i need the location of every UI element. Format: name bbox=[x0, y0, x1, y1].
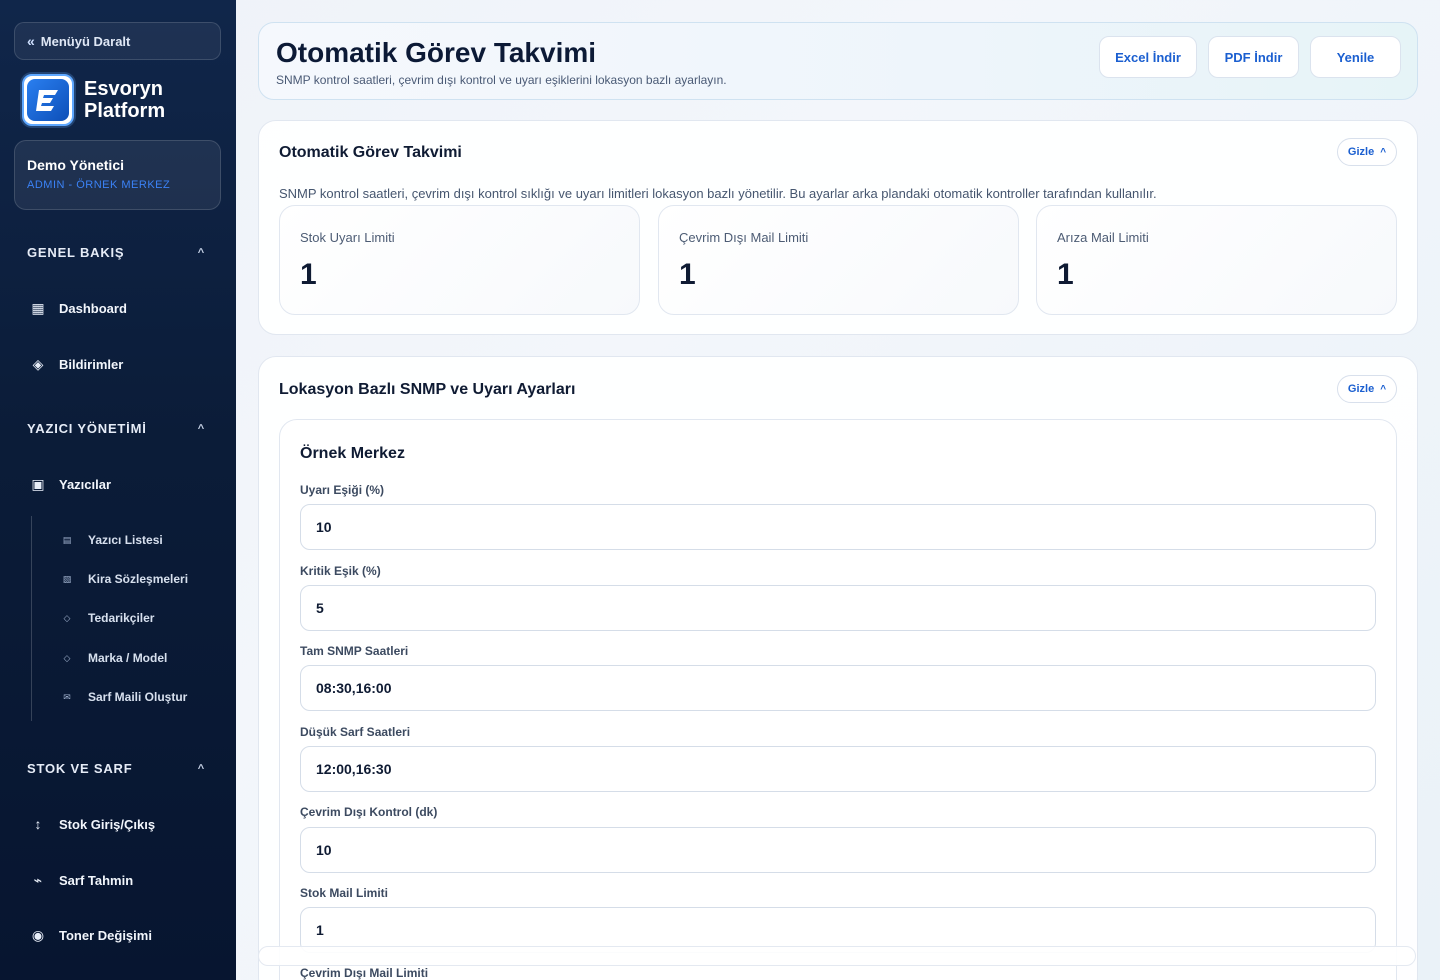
sidebar-item-printers[interactable]: ▣ Yazıcılar bbox=[30, 472, 220, 496]
location-card-title: Lokasyon Bazlı SNMP ve Uyarı Ayarları bbox=[279, 381, 576, 398]
section-printer-management[interactable]: YAZICI YÖNETİMİ ^ bbox=[27, 421, 217, 436]
section-stock[interactable]: STOK VE SARF ^ bbox=[27, 761, 217, 776]
location-hide-button[interactable]: Gizle ^ bbox=[1337, 375, 1397, 403]
location-block: Örnek Merkez Uyarı Eşiği (%) Kritik Eşik… bbox=[279, 419, 1397, 980]
mail-icon: ✉ bbox=[63, 691, 71, 702]
submenu-line bbox=[31, 516, 32, 721]
brand-name: Esvoryn Platform bbox=[84, 78, 166, 122]
field-label-stock-mail-limit: Stok Mail Limiti bbox=[300, 886, 389, 900]
pdf-download-button[interactable]: PDF İndir bbox=[1208, 36, 1299, 78]
field-label-full-snmp-hours: Tam SNMP Saatleri bbox=[300, 644, 409, 658]
sidebar-item-dashboard[interactable]: ▦ Dashboard bbox=[30, 296, 220, 320]
field-label-critical-threshold: Kritik Eşik (%) bbox=[300, 564, 381, 578]
grid-icon: ▦ bbox=[31, 299, 45, 316]
double-chevron-left-icon: « bbox=[27, 33, 35, 49]
stat-stock-warning-limit: Stok Uyarı Limiti 1 bbox=[279, 205, 640, 315]
full-snmp-hours-input[interactable] bbox=[300, 665, 1376, 711]
trend-icon: ⌁ bbox=[33, 871, 43, 888]
offline-check-input[interactable] bbox=[300, 827, 1376, 873]
collapse-menu-button[interactable]: « Menüyü Daralt bbox=[14, 22, 221, 60]
refresh-button[interactable]: Yenile bbox=[1310, 36, 1401, 78]
printer-square-icon: ▣ bbox=[31, 475, 45, 492]
caret-up-icon: ^ bbox=[197, 762, 205, 775]
sidebar: « Menüyü Daralt Esvoryn Platform Demo Yö… bbox=[0, 0, 236, 980]
stat-fault-mail-limit: Arıza Mail Limiti 1 bbox=[1036, 205, 1397, 315]
field-label-offline-mail-limit: Çevrim Dışı Mail Limiti bbox=[300, 966, 429, 980]
user-card[interactable]: Demo Yönetici ADMIN - ÖRNEK MERKEZ bbox=[14, 140, 221, 210]
sidebar-subitem-suppliers[interactable]: ◇ Tedarikçiler bbox=[62, 608, 232, 628]
user-role: ADMIN - ÖRNEK MERKEZ bbox=[27, 179, 171, 191]
brand-logo-icon bbox=[22, 74, 74, 126]
horizontal-scrollbar[interactable] bbox=[258, 946, 1416, 966]
collapse-menu-label: Menüyü Daralt bbox=[40, 33, 131, 49]
caret-up-icon: ^ bbox=[197, 422, 205, 435]
schedule-card-title: Otomatik Görev Takvimi bbox=[279, 144, 462, 161]
section-overview[interactable]: GENEL BAKIŞ ^ bbox=[27, 245, 217, 260]
caret-up-icon: ^ bbox=[197, 246, 205, 259]
list-icon: ▤ bbox=[62, 534, 72, 545]
document-icon: ▧ bbox=[62, 573, 72, 584]
critical-threshold-input[interactable] bbox=[300, 585, 1376, 631]
sidebar-item-toner[interactable]: ◉ Toner Değişimi bbox=[30, 923, 220, 947]
diamond-small-icon: ◇ bbox=[63, 612, 71, 623]
sidebar-item-stock-io[interactable]: ↕ Stok Giriş/Çıkış bbox=[30, 812, 220, 836]
page-title: Otomatik Görev Takvimi bbox=[276, 37, 597, 68]
location-name: Örnek Merkez bbox=[300, 445, 405, 462]
caret-up-icon: ^ bbox=[1380, 146, 1387, 158]
stat-offline-mail-limit: Çevrim Dışı Mail Limiti 1 bbox=[658, 205, 1019, 315]
sidebar-item-notifications[interactable]: ◈ Bildirimler bbox=[30, 352, 220, 376]
user-name: Demo Yönetici bbox=[27, 157, 124, 173]
field-label-warning-threshold: Uyarı Eşiği (%) bbox=[300, 483, 385, 497]
sidebar-subitem-printer-list[interactable]: ▤ Yazıcı Listesi bbox=[62, 530, 232, 550]
field-label-low-supply-hours: Düşük Sarf Saatleri bbox=[300, 725, 411, 739]
brand[interactable]: Esvoryn Platform bbox=[22, 72, 232, 128]
diamond-small-icon: ◇ bbox=[63, 652, 71, 663]
diamond-icon: ◈ bbox=[32, 355, 44, 372]
excel-download-button[interactable]: Excel İndir bbox=[1099, 36, 1197, 78]
page-subtitle: SNMP kontrol saatleri, çevrim dışı kontr… bbox=[276, 73, 727, 87]
up-down-arrow-icon: ↕ bbox=[34, 816, 42, 832]
sidebar-subitem-supply-mail[interactable]: ✉ Sarf Maili Oluştur bbox=[62, 687, 232, 707]
page-header: Otomatik Görev Takvimi SNMP kontrol saat… bbox=[258, 22, 1418, 100]
schedule-hide-button[interactable]: Gizle ^ bbox=[1337, 138, 1397, 166]
sidebar-subitem-brand-model[interactable]: ◇ Marka / Model bbox=[62, 648, 232, 668]
schedule-card-description: SNMP kontrol saatleri, çevrim dışı kontr… bbox=[279, 186, 1157, 201]
target-icon: ◉ bbox=[31, 926, 45, 943]
field-label-offline-check: Çevrim Dışı Kontrol (dk) bbox=[300, 805, 438, 819]
low-supply-hours-input[interactable] bbox=[300, 746, 1376, 792]
warning-threshold-input[interactable] bbox=[300, 504, 1376, 550]
sidebar-item-forecast[interactable]: ⌁ Sarf Tahmin bbox=[30, 868, 220, 892]
caret-up-icon: ^ bbox=[1380, 383, 1387, 395]
schedule-card: Otomatik Görev Takvimi Gizle ^ SNMP kontr… bbox=[258, 120, 1418, 335]
sidebar-subitem-leases[interactable]: ▧ Kira Sözleşmeleri bbox=[62, 569, 232, 589]
location-settings-card: Lokasyon Bazlı SNMP ve Uyarı Ayarları Gi… bbox=[258, 356, 1418, 980]
